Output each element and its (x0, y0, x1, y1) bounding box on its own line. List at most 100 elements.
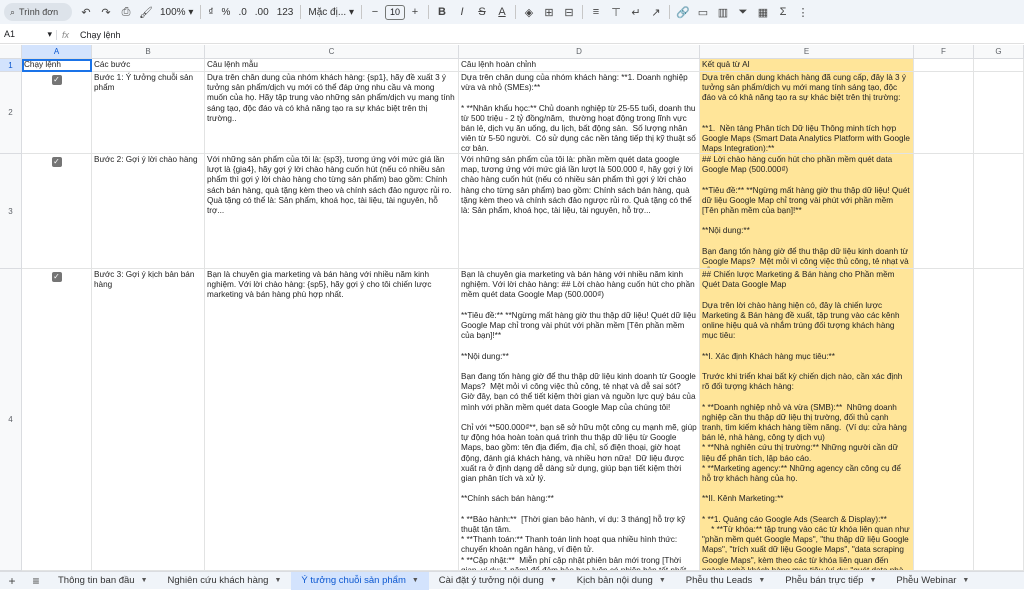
row-header-2[interactable]: 2 (0, 72, 22, 154)
cell-g4[interactable] (974, 269, 1024, 571)
tab-y-tuong-chuoi-san-pham[interactable]: Ý tưởng chuỗi sản phẩm ▼ (291, 571, 429, 590)
insert-link-icon[interactable]: 🔗 (673, 2, 693, 22)
column-header-f[interactable]: F (914, 45, 974, 59)
select-all-corner[interactable] (0, 45, 22, 59)
redo-icon[interactable]: ↷ (96, 2, 116, 22)
row-header-1[interactable]: 1 (0, 59, 22, 72)
cell-b1[interactable]: Các bước (92, 59, 205, 72)
filter-icon[interactable]: ⏷ (733, 2, 753, 22)
cell-d4[interactable]: Bạn là chuyên gia marketing và bán hàng … (459, 269, 700, 571)
toolbar: ⌕ Trình đơn ↶ ↷ ⎙ 🖌 100% ▾ ₫ % .0 .00 12… (0, 0, 1024, 24)
all-sheets-button[interactable]: ≡ (24, 574, 48, 588)
merge-cells-icon[interactable]: ⊟ (559, 2, 579, 22)
formula-bar: A1 ▾ fx Chạy lệnh (0, 26, 1024, 44)
font-select[interactable]: Mặc đị... ▾ (304, 7, 358, 18)
text-rotation-icon[interactable]: ↗ (646, 2, 666, 22)
caret-down-icon: ▼ (962, 577, 970, 584)
cell-b2[interactable]: Bước 1: Ý tưởng chuỗi sản phẩm (92, 72, 205, 154)
cell-d2[interactable]: Dựa trên chân dung của nhóm khách hàng: … (459, 72, 700, 154)
cell-a2[interactable]: ✓ (22, 72, 92, 154)
row-header-3[interactable]: 3 (0, 154, 22, 269)
column-header-g[interactable]: G (974, 45, 1024, 59)
cell-e1[interactable]: Kết quả từ AI (700, 59, 914, 72)
tab-pheu-thu-leads[interactable]: Phễu thu Leads ▼ (676, 572, 776, 590)
menu-search[interactable]: ⌕ Trình đơn (4, 3, 72, 21)
cell-a4[interactable]: ✓ (22, 269, 92, 571)
cell-f2[interactable] (914, 72, 974, 154)
column-header-a[interactable]: A (22, 45, 92, 59)
cell-g1[interactable] (974, 59, 1024, 72)
filter-views-icon[interactable]: ▦ (753, 2, 773, 22)
bold-button[interactable]: B (432, 2, 452, 22)
zoom-select[interactable]: 100% ▾ (156, 7, 197, 18)
tab-pheu-webinar[interactable]: Phễu Webinar ▼ (886, 572, 979, 590)
column-header-e[interactable]: E (700, 45, 914, 59)
column-header-d[interactable]: D (459, 45, 700, 59)
cell-f4[interactable] (914, 269, 974, 571)
borders-icon[interactable]: ⊞ (539, 2, 559, 22)
font-size-input[interactable]: 10 (384, 4, 405, 20)
spreadsheet-grid: A B C D E F G 1 2 3 4 Chạy lệnh Các bước… (0, 45, 1024, 571)
percent-format-button[interactable]: % (218, 7, 235, 18)
divider (514, 5, 516, 19)
cell-d1[interactable]: Câu lệnh hoàn chỉnh (459, 59, 700, 72)
caret-down-icon: ▼ (549, 577, 557, 584)
insert-comment-icon[interactable]: ▭ (693, 2, 713, 22)
divider (668, 5, 670, 19)
tab-pheu-ban-truc-tiep[interactable]: Phễu bán trực tiếp ▼ (775, 572, 886, 590)
text-wrap-icon[interactable]: ↵ (626, 2, 646, 22)
cell-e2[interactable]: Dựa trên chân dung khách hàng đã cung cấ… (700, 72, 914, 154)
print-icon[interactable]: ⎙ (116, 2, 136, 22)
cell-c3[interactable]: Với những sản phẩm của tôi là: {sp3}, tư… (205, 154, 459, 269)
cell-d3[interactable]: Với những sản phẩm của tôi là: phần mềm … (459, 154, 700, 269)
font-size-decrease-button[interactable]: − (365, 2, 385, 22)
checkbox-checked[interactable]: ✓ (51, 157, 62, 167)
more-icon[interactable]: ⋮ (793, 2, 813, 22)
vertical-align-icon[interactable]: ⊤ (606, 2, 626, 22)
decrease-decimal-button[interactable]: .0 (234, 7, 250, 18)
tab-cai-dat-y-tuong-noi-dung[interactable]: Cài đặt ý tưởng nội dung ▼ (429, 572, 567, 590)
column-header-b[interactable]: B (92, 45, 205, 59)
font-size-increase-button[interactable]: + (405, 2, 425, 22)
functions-icon[interactable]: Σ (773, 2, 793, 22)
cell-e3[interactable]: ## Lời chào hàng cuốn hút cho phần mềm q… (700, 154, 914, 269)
paint-format-icon[interactable]: 🖌 (136, 2, 156, 22)
caret-down-icon: ▼ (140, 577, 148, 584)
cell-b3[interactable]: Bước 2: Gợi ý lời chào hàng (92, 154, 205, 269)
name-box[interactable]: A1 ▾ (0, 29, 56, 40)
cell-e4[interactable]: ## Chiến lược Marketing & Bán hàng cho P… (700, 269, 914, 571)
formula-input[interactable]: Chạy lệnh (74, 30, 1024, 40)
number-format-button[interactable]: 123 (273, 7, 298, 18)
italic-button[interactable]: I (452, 2, 472, 22)
cell-f1[interactable] (914, 59, 974, 72)
cell-c2[interactable]: Dựa trên chân dung của nhóm khách hàng: … (205, 72, 459, 154)
horizontal-align-icon[interactable]: ≡ (586, 2, 606, 22)
divider (300, 5, 302, 19)
fx-icon: fx (56, 29, 74, 40)
cell-a3[interactable]: ✓ (22, 154, 92, 269)
tab-nghien-cuu-khach-hang[interactable]: Nghiên cứu khách hàng ▼ (158, 572, 292, 590)
insert-chart-icon[interactable]: ▥ (713, 2, 733, 22)
cell-g2[interactable] (974, 72, 1024, 154)
caret-down-icon: ▼ (274, 577, 282, 584)
tab-kich-ban-noi-dung[interactable]: Kịch bản nội dung ▼ (567, 572, 676, 590)
cell-c4[interactable]: Bạn là chuyên gia marketing và bán hàng … (205, 269, 459, 571)
cell-g3[interactable] (974, 154, 1024, 269)
tab-thong-tin-ban-dau[interactable]: Thông tin ban đầu ▼ (48, 572, 158, 590)
strikethrough-button[interactable]: S (472, 2, 492, 22)
cell-c1[interactable]: Câu lệnh mẫu (205, 59, 459, 72)
add-sheet-button[interactable]: + (0, 574, 24, 588)
text-color-button[interactable]: A (492, 2, 512, 22)
currency-format-button[interactable]: ₫ (204, 7, 217, 18)
column-header-c[interactable]: C (205, 45, 459, 59)
fill-color-icon[interactable]: ◈ (519, 2, 539, 22)
cell-b4[interactable]: Bước 3: Gợi ý kịch bản bán hàng (92, 269, 205, 571)
cell-a1[interactable]: Chạy lệnh (22, 59, 92, 72)
checkbox-checked[interactable]: ✓ (51, 272, 62, 282)
increase-decimal-button[interactable]: .00 (251, 7, 273, 18)
cell-f3[interactable] (914, 154, 974, 269)
undo-icon[interactable]: ↶ (76, 2, 96, 22)
caret-down-icon: ▼ (411, 577, 419, 584)
row-header-4[interactable]: 4 (0, 269, 22, 571)
checkbox-checked[interactable]: ✓ (51, 75, 62, 85)
